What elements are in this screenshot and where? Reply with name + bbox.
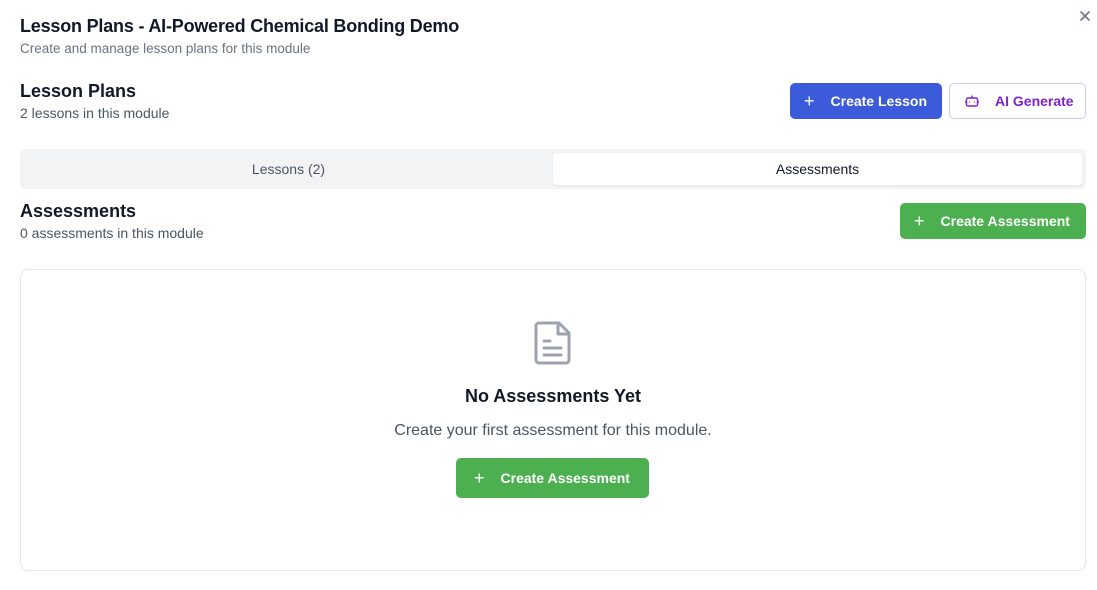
create-first-assessment-button[interactable]: + Create Assessment	[456, 458, 649, 498]
empty-state-title: No Assessments Yet	[464, 386, 642, 406]
lesson-plans-header: Lesson Plans 2 lessons in this module	[20, 80, 169, 121]
dialog-header: Lesson Plans - AI-Powered Chemical Bondi…	[20, 15, 459, 57]
tab-lessons[interactable]: Lessons (2)	[24, 153, 553, 185]
plus-icon: +	[804, 91, 815, 111]
dialog-title: Lesson Plans - AI-Powered Chemical Bondi…	[20, 16, 460, 36]
ai-generate-label: AI Generate	[995, 93, 1074, 109]
tab-bar: Lessons (2) Assessments	[20, 149, 1086, 189]
create-assessment-label: Create Assessment	[940, 213, 1070, 229]
create-lesson-button[interactable]: + Create Lesson	[790, 83, 942, 119]
close-icon[interactable]	[1078, 9, 1094, 25]
create-lesson-label: Create Lesson	[830, 93, 927, 109]
plus-icon: +	[474, 468, 485, 488]
assessment-count: 0 assessments in this module	[20, 225, 204, 241]
dialog-subtitle: Create and manage lesson plans for this …	[20, 41, 311, 56]
create-first-assessment-label: Create Assessment	[500, 470, 630, 486]
assessments-heading: Assessments	[20, 201, 137, 221]
plus-icon: +	[914, 211, 925, 231]
lesson-count: 2 lessons in this module	[20, 105, 170, 121]
lesson-plans-heading: Lesson Plans	[20, 81, 137, 101]
create-assessment-button[interactable]: + Create Assessment	[900, 203, 1086, 239]
assessments-header: Assessments 0 assessments in this module	[20, 200, 204, 241]
document-icon	[534, 321, 571, 365]
empty-state-text: Create your first assessment for this mo…	[394, 422, 712, 439]
tab-assessments[interactable]: Assessments	[553, 153, 1082, 185]
ai-generate-button[interactable]: AI Generate	[949, 83, 1086, 119]
robot-icon	[965, 95, 979, 107]
empty-state-card: No Assessments Yet Create your first ass…	[20, 269, 1086, 571]
